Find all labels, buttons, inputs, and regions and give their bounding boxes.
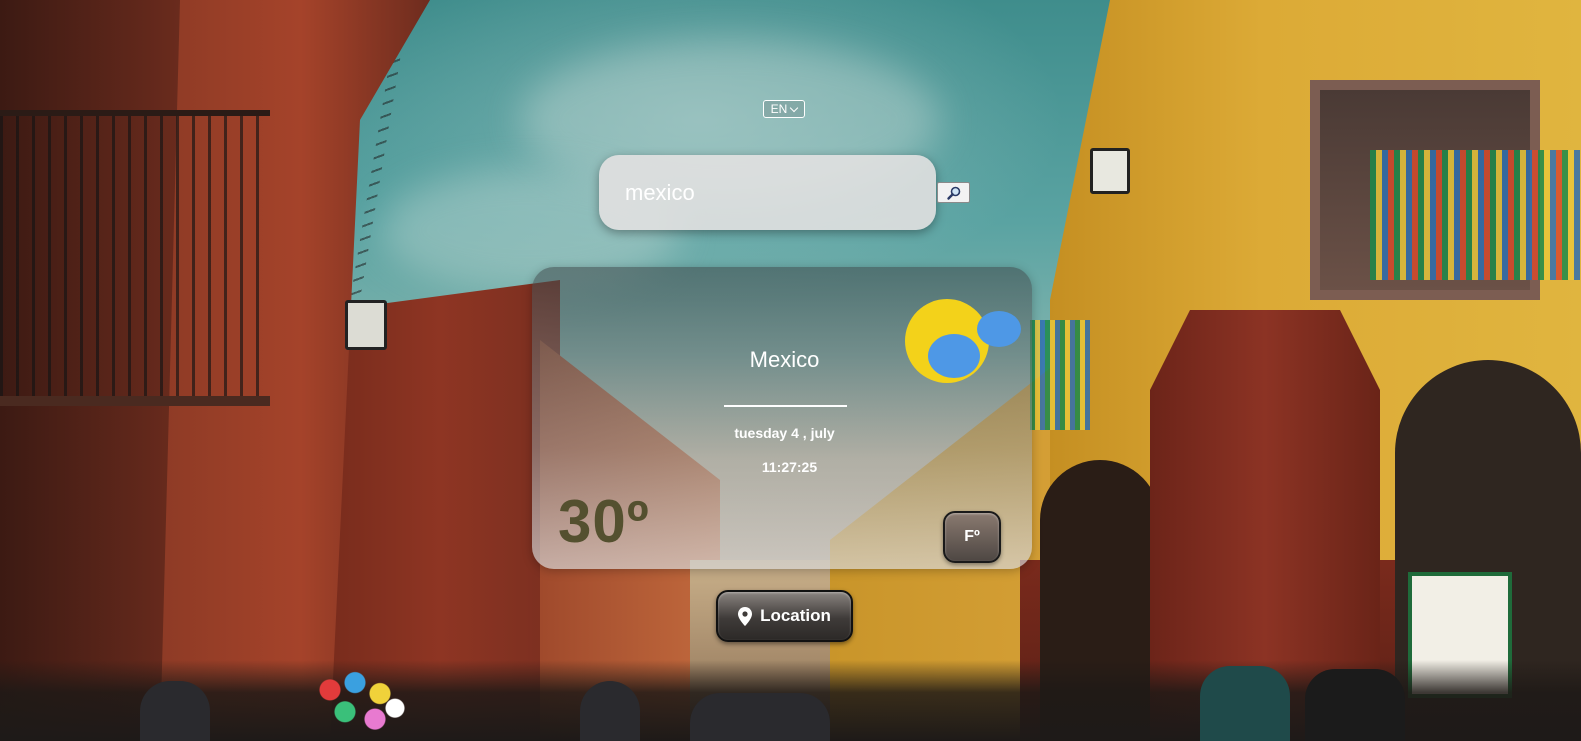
- balcony-railing: [0, 110, 270, 406]
- search-box: [599, 155, 936, 230]
- date-text: tuesday 4 , july: [734, 425, 835, 441]
- divider: [724, 405, 847, 407]
- street-lamp: [345, 300, 387, 350]
- location-button[interactable]: Location: [716, 590, 853, 642]
- search-icon: [946, 186, 960, 200]
- street-lamp: [1090, 148, 1130, 194]
- ribbon-decoration: [1030, 320, 1090, 430]
- language-select-value: EN: [770, 102, 788, 116]
- ribbon-decoration: [1370, 150, 1580, 280]
- time-text: 11:27:25: [761, 459, 818, 475]
- location-button-label: Location: [760, 606, 831, 625]
- weather-card: Mexico tuesday 4 , july 11:27:25 30º Fº: [532, 267, 1032, 569]
- balloons: [310, 668, 410, 741]
- temperature: 30º: [558, 488, 650, 555]
- language-select[interactable]: EN: [763, 100, 805, 118]
- person: [1200, 666, 1290, 741]
- person: [580, 681, 640, 741]
- person: [690, 693, 830, 741]
- person: [1305, 669, 1405, 741]
- search-button[interactable]: [937, 182, 970, 203]
- unit-toggle-button[interactable]: Fº: [943, 511, 1001, 563]
- location-pin-icon: [738, 606, 753, 626]
- crowd: [0, 660, 1581, 741]
- chevron-down-icon: [790, 103, 799, 112]
- person: [140, 681, 210, 741]
- search-input[interactable]: [623, 178, 917, 207]
- city-name: Mexico: [749, 347, 820, 372]
